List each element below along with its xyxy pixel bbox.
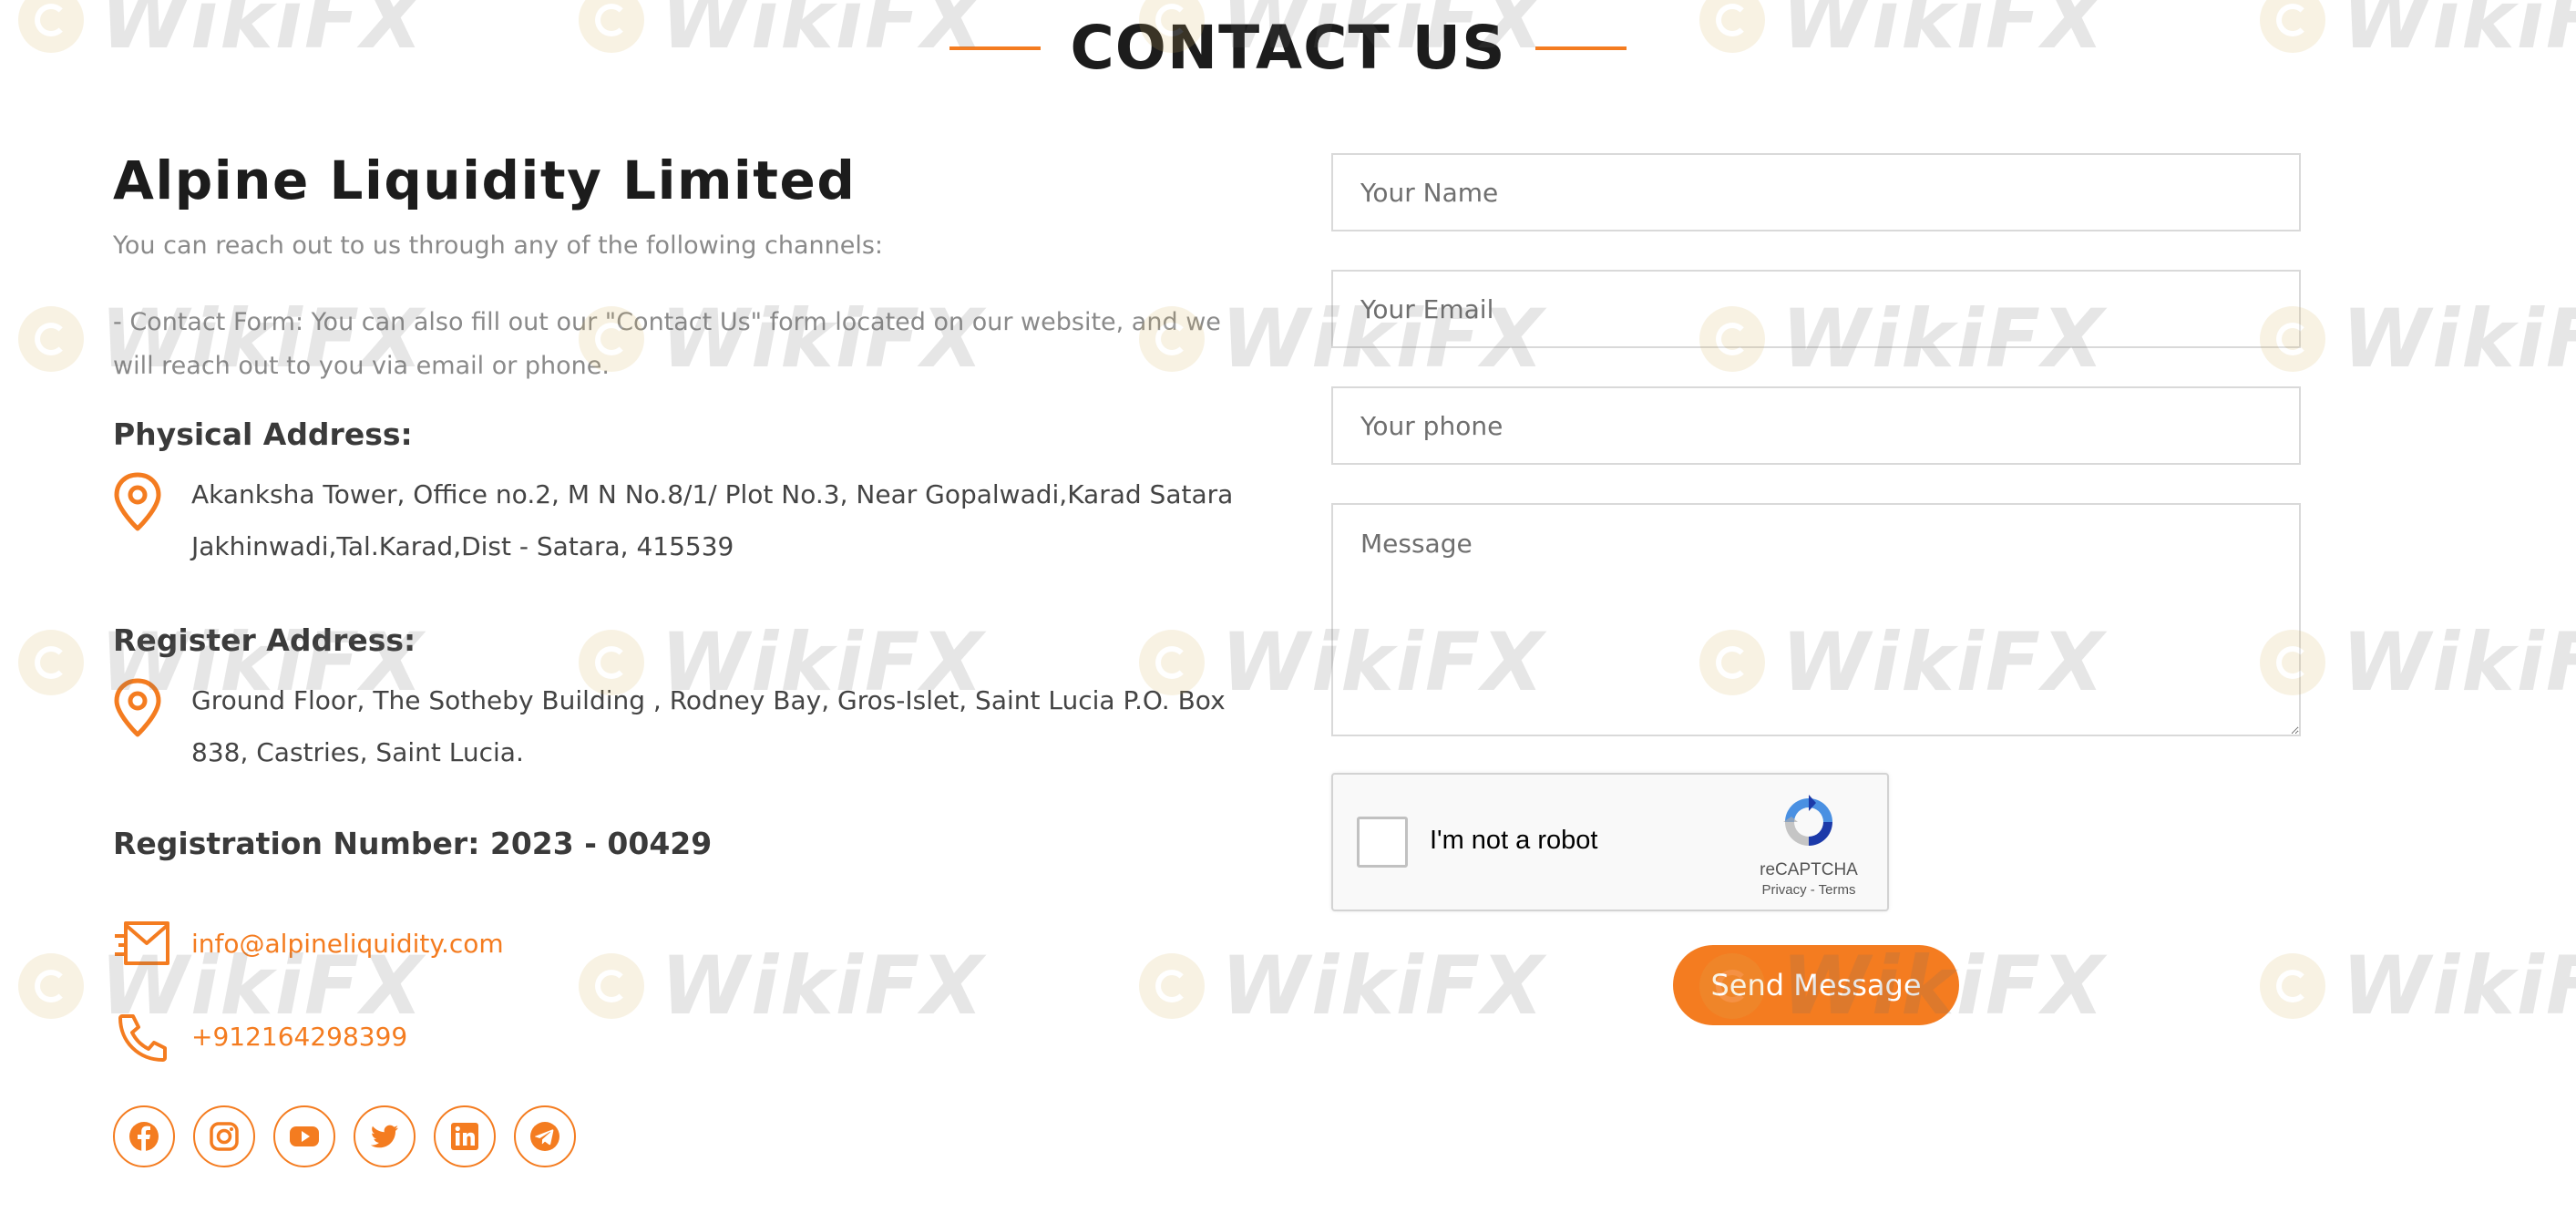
watermark-text: WikiFX	[2342, 939, 2576, 1033]
register-address-title: Register Address:	[113, 622, 416, 658]
instagram-icon[interactable]	[193, 1105, 255, 1167]
heading-right-rule	[1534, 46, 1627, 50]
recaptcha-logo-icon	[1783, 795, 1832, 846]
location-pin-icon	[114, 472, 161, 531]
phone-input[interactable]	[1331, 386, 2301, 465]
contact-form: I'm not a robot reCAPTCHA Privacy - Term…	[1331, 153, 2301, 1025]
facebook-icon[interactable]	[113, 1105, 175, 1167]
recaptcha-brand: reCAPTCHA	[1760, 860, 1858, 879]
email-link[interactable]: info@alpineliquidity.com	[191, 929, 504, 959]
register-address-block: Register Address: Ground Floor, The Soth…	[113, 620, 1243, 778]
watermark: WikiFX	[2260, 292, 2576, 385]
physical-address-row: Akanksha Tower, Office no.2, M N No.8/1/…	[113, 468, 1243, 572]
telegram-icon[interactable]	[514, 1105, 576, 1167]
recaptcha-widget: I'm not a robot reCAPTCHA Privacy - Term…	[1331, 773, 1889, 911]
physical-address-block: Physical Address: Akanksha Tower, Office…	[113, 414, 1243, 572]
phone-icon	[118, 1014, 167, 1062]
location-pin-icon	[114, 678, 161, 737]
watermark-logo-icon	[18, 952, 84, 1019]
recaptcha-checkbox[interactable]	[1357, 817, 1408, 868]
watermark-text: WikiFX	[2342, 292, 2576, 385]
watermark-text: WikiFX	[2342, 615, 2576, 709]
watermark: WikiFX	[2260, 615, 2576, 709]
page-title: CONTACT US	[1070, 13, 1506, 83]
envelope-icon	[115, 921, 169, 965]
watermark-logo-icon	[18, 305, 84, 372]
recaptcha-privacy-terms-link[interactable]: Privacy - Terms	[1754, 882, 1863, 898]
contact-page: CONTACT US Alpine Liquidity Limited You …	[0, 0, 2576, 1213]
register-address-row: Ground Floor, The Sotheby Building , Rod…	[113, 674, 1243, 778]
name-input[interactable]	[1331, 153, 2301, 231]
section-heading: CONTACT US	[0, 7, 2576, 89]
phone-row: +912164298399	[113, 1011, 1243, 1062]
intro-text: You can reach out to us through any of t…	[113, 231, 884, 260]
send-message-button[interactable]: Send Message	[1673, 945, 1959, 1025]
physical-address-text: Akanksha Tower, Office no.2, M N No.8/1/…	[191, 479, 1234, 561]
contact-info-column: Alpine Liquidity Limited You can reach o…	[113, 144, 1243, 1167]
email-input[interactable]	[1331, 270, 2301, 348]
watermark-logo-icon	[2260, 952, 2325, 1019]
twitter-icon[interactable]	[354, 1105, 416, 1167]
heading-left-rule	[949, 46, 1042, 50]
phone-link[interactable]: +912164298399	[191, 1022, 407, 1052]
registration-number: Registration Number: 2023 - 00429	[113, 826, 713, 861]
recaptcha-label: I'm not a robot	[1430, 826, 1598, 855]
message-textarea[interactable]	[1331, 503, 2301, 736]
email-row: info@alpineliquidity.com	[113, 918, 1243, 969]
social-links	[113, 1105, 1243, 1167]
youtube-icon[interactable]	[273, 1105, 335, 1167]
watermark: WikiFX	[2260, 939, 2576, 1033]
company-name: Alpine Liquidity Limited	[113, 149, 857, 211]
register-address-text: Ground Floor, The Sotheby Building , Rod…	[191, 685, 1226, 767]
contact-form-note: - Contact Form: You can also fill out ou…	[113, 308, 1221, 380]
watermark-text: WikiFX	[1221, 939, 1545, 1033]
watermark-logo-icon	[18, 629, 84, 695]
linkedin-icon[interactable]	[434, 1105, 496, 1167]
physical-address-title: Physical Address:	[113, 416, 413, 452]
